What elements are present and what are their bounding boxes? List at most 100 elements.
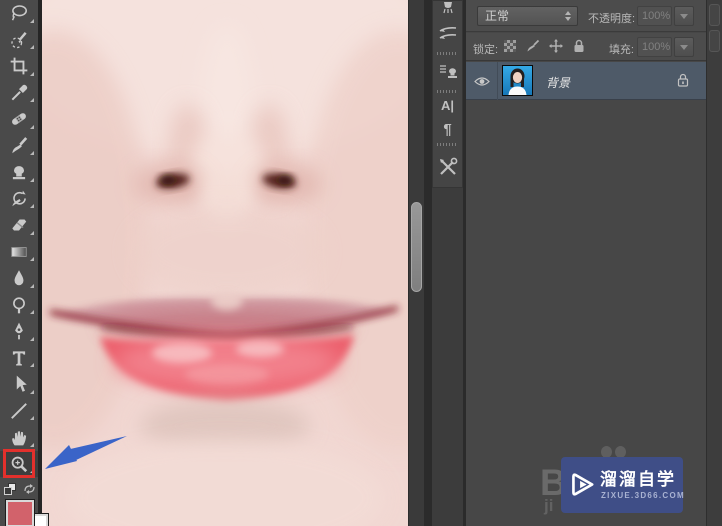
opacity-dropdown-button[interactable] (674, 6, 694, 26)
tool-lasso[interactable] (0, 0, 38, 27)
eraser-icon (12, 219, 27, 231)
faded-letter: ji (544, 496, 554, 515)
brush-icon (12, 136, 28, 153)
layers-panel: 正常 不透明度: 100% 锁定: 填充: 100% 背景 (466, 0, 706, 526)
watermark-subtitle: ZIXUE.3D66.COM (601, 491, 685, 500)
crop-icon (10, 57, 28, 75)
blur-icon (14, 270, 24, 286)
canvas-image[interactable] (42, 0, 408, 526)
character-panel-icon: A| (440, 98, 455, 113)
scrollbar-thumb[interactable] (411, 202, 422, 292)
layer-row-background[interactable]: 背景 (466, 62, 706, 100)
updown-arrows-icon (565, 11, 571, 21)
blend-opacity-row: 正常 不透明度: 100% (466, 0, 706, 32)
brush-presets-icon (439, 27, 456, 39)
divider (424, 0, 432, 526)
watermark: 溜溜自学 ZIXUE.3D66.COM (561, 457, 685, 513)
tool-brush[interactable] (0, 133, 38, 160)
opacity-value[interactable]: 100% (637, 6, 672, 26)
tool-hand[interactable] (0, 424, 38, 451)
fill-value[interactable]: 100% (637, 37, 672, 57)
eyedropper-icon (11, 84, 28, 101)
tool-blur[interactable] (0, 265, 38, 292)
panel-edge-strip (706, 0, 722, 526)
panel-group-grip (437, 90, 458, 93)
panel-group-grip (437, 143, 458, 146)
tool-crop[interactable] (0, 53, 38, 80)
panel-icon-cells: A| ¶ (432, 0, 463, 188)
type-icon (12, 351, 26, 366)
lock-image-pixels-button[interactable] (525, 38, 541, 54)
fill-dropdown-button[interactable] (674, 37, 694, 57)
gradient-icon (11, 246, 27, 257)
tool-quick-selection[interactable] (0, 27, 38, 54)
edge-button[interactable] (709, 30, 720, 52)
down-arrow-icon (680, 44, 688, 50)
checkerboard-icon (504, 40, 516, 52)
tool-pen[interactable] (0, 318, 38, 345)
spot-healing-icon (12, 113, 26, 126)
tool-presets-icon (439, 157, 457, 175)
photoshop-window: A| ¶ 正常 不透明度: 100% 锁定: 填充: 100% 背景 B ji … (0, 0, 722, 526)
tool-path-selection[interactable] (0, 371, 38, 398)
layer-thumbnail[interactable] (502, 65, 533, 96)
lock-position-button[interactable] (548, 38, 564, 54)
brush-lock-icon (527, 39, 540, 52)
annotation-highlight-box (3, 449, 35, 478)
panel-icon-brush-presets[interactable] (433, 16, 462, 50)
line-icon (11, 402, 27, 419)
tool-eraser[interactable] (0, 212, 38, 239)
panel-group-grip (437, 52, 458, 55)
canvas-scrollbar[interactable] (408, 0, 424, 526)
pen-icon (15, 322, 23, 340)
dodge-icon (13, 297, 25, 314)
face-photo (42, 0, 408, 526)
tool-clone-stamp[interactable] (0, 159, 38, 186)
move-lock-icon (549, 39, 563, 53)
tool-history-brush[interactable] (0, 186, 38, 213)
default-colors-icon[interactable] (4, 483, 17, 496)
watermark-title: 溜溜自学 (600, 470, 676, 489)
portrait-thumbnail (503, 66, 532, 95)
layer-name: 背景 (546, 76, 571, 90)
edge-button[interactable] (709, 4, 720, 26)
toolbar-color-controls (0, 479, 49, 526)
panel-icon-brush-panel[interactable] (433, 1, 462, 15)
quick-selection-icon (11, 31, 27, 48)
layer-visibility-toggle[interactable] (466, 62, 498, 100)
blend-mode-value: 正常 (485, 9, 510, 23)
tool-dodge[interactable] (0, 292, 38, 319)
lock-fill-row: 锁定: 填充: 100% (466, 33, 706, 61)
path-selection-icon (16, 375, 27, 393)
panel-icon-clone-source[interactable] (433, 57, 462, 87)
tool-eyedropper[interactable] (0, 80, 38, 107)
tool-gradient[interactable] (0, 239, 38, 266)
lock-buttons (502, 38, 587, 54)
collapsed-panels-strip: A| ¶ (432, 0, 463, 526)
lock-all-button[interactable] (571, 38, 587, 54)
paragraph-panel-icon: ¶ (443, 121, 452, 138)
opacity-label: 不透明度: (588, 13, 636, 25)
fill-label: 填充: (608, 44, 634, 56)
panel-icon-tool-presets[interactable] (433, 147, 462, 187)
eye-icon (473, 76, 490, 86)
tool-type[interactable] (0, 345, 38, 372)
lock-transparent-pixels-button[interactable] (502, 38, 518, 54)
panel-icon-paragraph[interactable]: ¶ (433, 118, 462, 141)
tool-line[interactable] (0, 398, 38, 425)
padlock-icon (574, 39, 584, 52)
play-logo-icon (572, 473, 594, 496)
brush-panel-icon (442, 2, 453, 14)
tool-spot-healing-brush[interactable] (0, 106, 38, 133)
clone-source-icon (439, 65, 457, 78)
toolbar-divider (38, 0, 42, 526)
lasso-icon (11, 5, 27, 21)
panel-icon-character[interactable]: A| (433, 94, 462, 117)
foreground-color-swatch[interactable] (5, 499, 35, 526)
down-arrow-icon (680, 13, 688, 19)
blend-mode-select[interactable]: 正常 (477, 6, 578, 26)
swap-colors-icon[interactable] (23, 483, 36, 495)
hand-icon (12, 431, 27, 446)
history-brush-icon (12, 190, 26, 206)
lock-label: 锁定: (473, 44, 499, 56)
